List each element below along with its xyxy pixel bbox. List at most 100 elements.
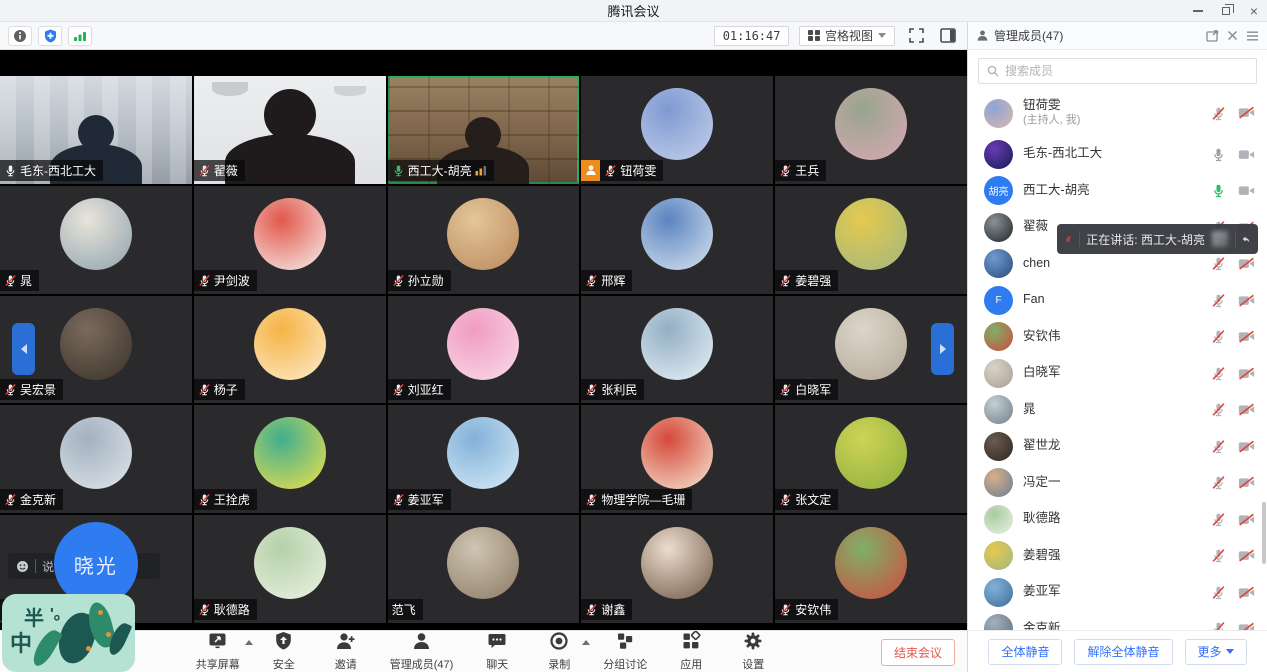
side-panel-toggle[interactable] — [937, 26, 959, 46]
member-row[interactable]: 白晓军 — [968, 355, 1267, 392]
member-row[interactable]: 毛东-西北工大 — [968, 136, 1267, 173]
minimize-button[interactable] — [1191, 4, 1205, 18]
muted-mic-icon[interactable] — [198, 603, 211, 616]
participant-tile[interactable]: 刘亚红 — [388, 296, 580, 404]
member-row[interactable]: 晁 — [968, 392, 1267, 429]
muted-mic-icon[interactable] — [1211, 256, 1226, 271]
participant-tile[interactable]: 尹剑波 — [194, 186, 386, 294]
restore-button[interactable] — [1219, 4, 1233, 18]
reply-arrow-icon[interactable] — [1242, 233, 1250, 246]
fullscreen-button[interactable] — [905, 26, 927, 46]
muted-camera-icon[interactable] — [1238, 586, 1255, 599]
chevron-up-icon[interactable] — [245, 637, 253, 645]
muted-mic-icon[interactable] — [1211, 402, 1226, 417]
muted-mic-icon[interactable] — [392, 274, 405, 287]
participant-tile[interactable]: 翟薇 — [194, 76, 386, 184]
muted-camera-icon[interactable] — [1238, 106, 1255, 119]
muted-mic-icon[interactable] — [779, 603, 792, 616]
muted-mic-icon[interactable] — [585, 603, 598, 616]
member-row[interactable]: 安钦伟 — [968, 319, 1267, 356]
toolbar-invite[interactable]: 邀请 — [328, 631, 364, 672]
mic-icon[interactable] — [4, 164, 17, 177]
unmute-all-button[interactable]: 解除全体静音 — [1074, 639, 1172, 665]
participant-tile[interactable]: 杨子 — [194, 296, 386, 404]
participant-tile[interactable]: 物理学院—毛珊 — [581, 405, 773, 513]
toolbar-settings[interactable]: 设置 — [735, 631, 771, 672]
muted-mic-icon[interactable] — [779, 164, 792, 177]
muted-mic-icon[interactable] — [1211, 548, 1226, 563]
toolbar-security[interactable]: 安全 — [266, 631, 302, 672]
mute-all-button[interactable]: 全体静音 — [988, 639, 1062, 665]
participant-tile[interactable]: 耿德路 — [194, 515, 386, 623]
participant-tile[interactable]: 王拴虎 — [194, 405, 386, 513]
participant-tile[interactable]: 西工大-胡亮 — [388, 76, 580, 184]
muted-mic-icon[interactable] — [392, 383, 405, 396]
scrollbar-thumb[interactable] — [1262, 502, 1266, 564]
end-meeting-button[interactable]: 结束会议 — [881, 639, 955, 666]
camera-off-icon[interactable] — [1238, 148, 1255, 161]
muted-mic-icon[interactable] — [1211, 439, 1226, 454]
muted-mic-icon[interactable] — [198, 164, 211, 177]
muted-camera-icon[interactable] — [1238, 294, 1255, 307]
mic-icon[interactable] — [1211, 147, 1226, 162]
muted-mic-icon[interactable] — [1211, 585, 1226, 600]
muted-mic-icon[interactable] — [779, 383, 792, 396]
participant-tile[interactable]: 张利民 — [581, 296, 773, 404]
muted-mic-icon[interactable] — [604, 164, 617, 177]
toolbar-chat[interactable]: 聊天 — [479, 631, 515, 672]
muted-mic-icon[interactable] — [779, 493, 792, 506]
muted-mic-icon[interactable] — [585, 274, 598, 287]
participant-tile[interactable]: 邢辉 — [581, 186, 773, 294]
member-row[interactable]: 姜碧强 — [968, 538, 1267, 575]
muted-mic-icon[interactable] — [4, 383, 17, 396]
member-row[interactable]: F Fan — [968, 282, 1267, 319]
member-row[interactable]: 姜亚军 — [968, 574, 1267, 611]
panel-menu-icon[interactable] — [1246, 31, 1259, 41]
toolbar-record[interactable]: 录制 — [541, 631, 577, 672]
muted-mic-icon[interactable] — [198, 383, 211, 396]
participant-tile[interactable]: 张文定 — [775, 405, 967, 513]
participant-tile[interactable]: 金克新 — [0, 405, 192, 513]
participant-tile[interactable]: 晁 — [0, 186, 192, 294]
toolbar-apps[interactable]: 应用 — [673, 631, 709, 672]
toolbar-members[interactable]: 管理成员(47) — [390, 631, 454, 672]
emoji-icon[interactable] — [16, 560, 29, 573]
muted-mic-icon[interactable] — [198, 493, 211, 506]
speaking-mic-icon[interactable] — [392, 164, 405, 177]
muted-camera-icon[interactable] — [1238, 330, 1255, 343]
muted-camera-icon[interactable] — [1238, 513, 1255, 526]
participant-tile[interactable]: 安钦伟 — [775, 515, 967, 623]
muted-camera-icon[interactable] — [1238, 403, 1255, 416]
participant-tile[interactable]: 姜碧强 — [775, 186, 967, 294]
participant-tile[interactable]: 钮荷雯 — [581, 76, 773, 184]
toolbar-breakout[interactable]: 分组讨论 — [603, 631, 647, 672]
muted-mic-icon[interactable] — [1211, 329, 1226, 344]
toolbar-screen-share[interactable]: 共享屏幕 — [196, 631, 240, 672]
participant-tile[interactable]: 孙立勋 — [388, 186, 580, 294]
close-panel-icon[interactable] — [1227, 30, 1238, 41]
muted-camera-icon[interactable] — [1238, 476, 1255, 489]
muted-camera-icon[interactable] — [1238, 622, 1255, 630]
muted-camera-icon[interactable] — [1238, 440, 1255, 453]
member-row[interactable]: 翟世龙 — [968, 428, 1267, 465]
muted-mic-icon[interactable] — [1211, 512, 1226, 527]
muted-camera-icon[interactable] — [1238, 549, 1255, 562]
muted-mic-icon[interactable] — [4, 493, 17, 506]
speaking-mic-icon[interactable] — [1211, 183, 1226, 198]
close-button[interactable]: × — [1247, 4, 1261, 18]
chevron-up-icon[interactable] — [582, 637, 590, 645]
member-row[interactable]: 冯定一 — [968, 465, 1267, 502]
member-row[interactable]: 金克新 — [968, 611, 1267, 631]
muted-mic-icon[interactable] — [1211, 366, 1226, 381]
meeting-security-button[interactable] — [38, 26, 62, 46]
muted-mic-icon[interactable] — [585, 383, 598, 396]
more-button[interactable]: 更多 — [1185, 639, 1247, 665]
member-row[interactable]: 钮荷雯 (主持人, 我) — [968, 90, 1267, 136]
muted-camera-icon[interactable] — [1238, 257, 1255, 270]
muted-mic-icon[interactable] — [1211, 293, 1226, 308]
next-page-button[interactable] — [931, 323, 954, 375]
camera-off-icon[interactable] — [1238, 184, 1255, 197]
participant-tile[interactable]: 姜亚军 — [388, 405, 580, 513]
muted-mic-icon[interactable] — [1211, 621, 1226, 630]
participant-tile[interactable]: 毛东-西北工大 — [0, 76, 192, 184]
